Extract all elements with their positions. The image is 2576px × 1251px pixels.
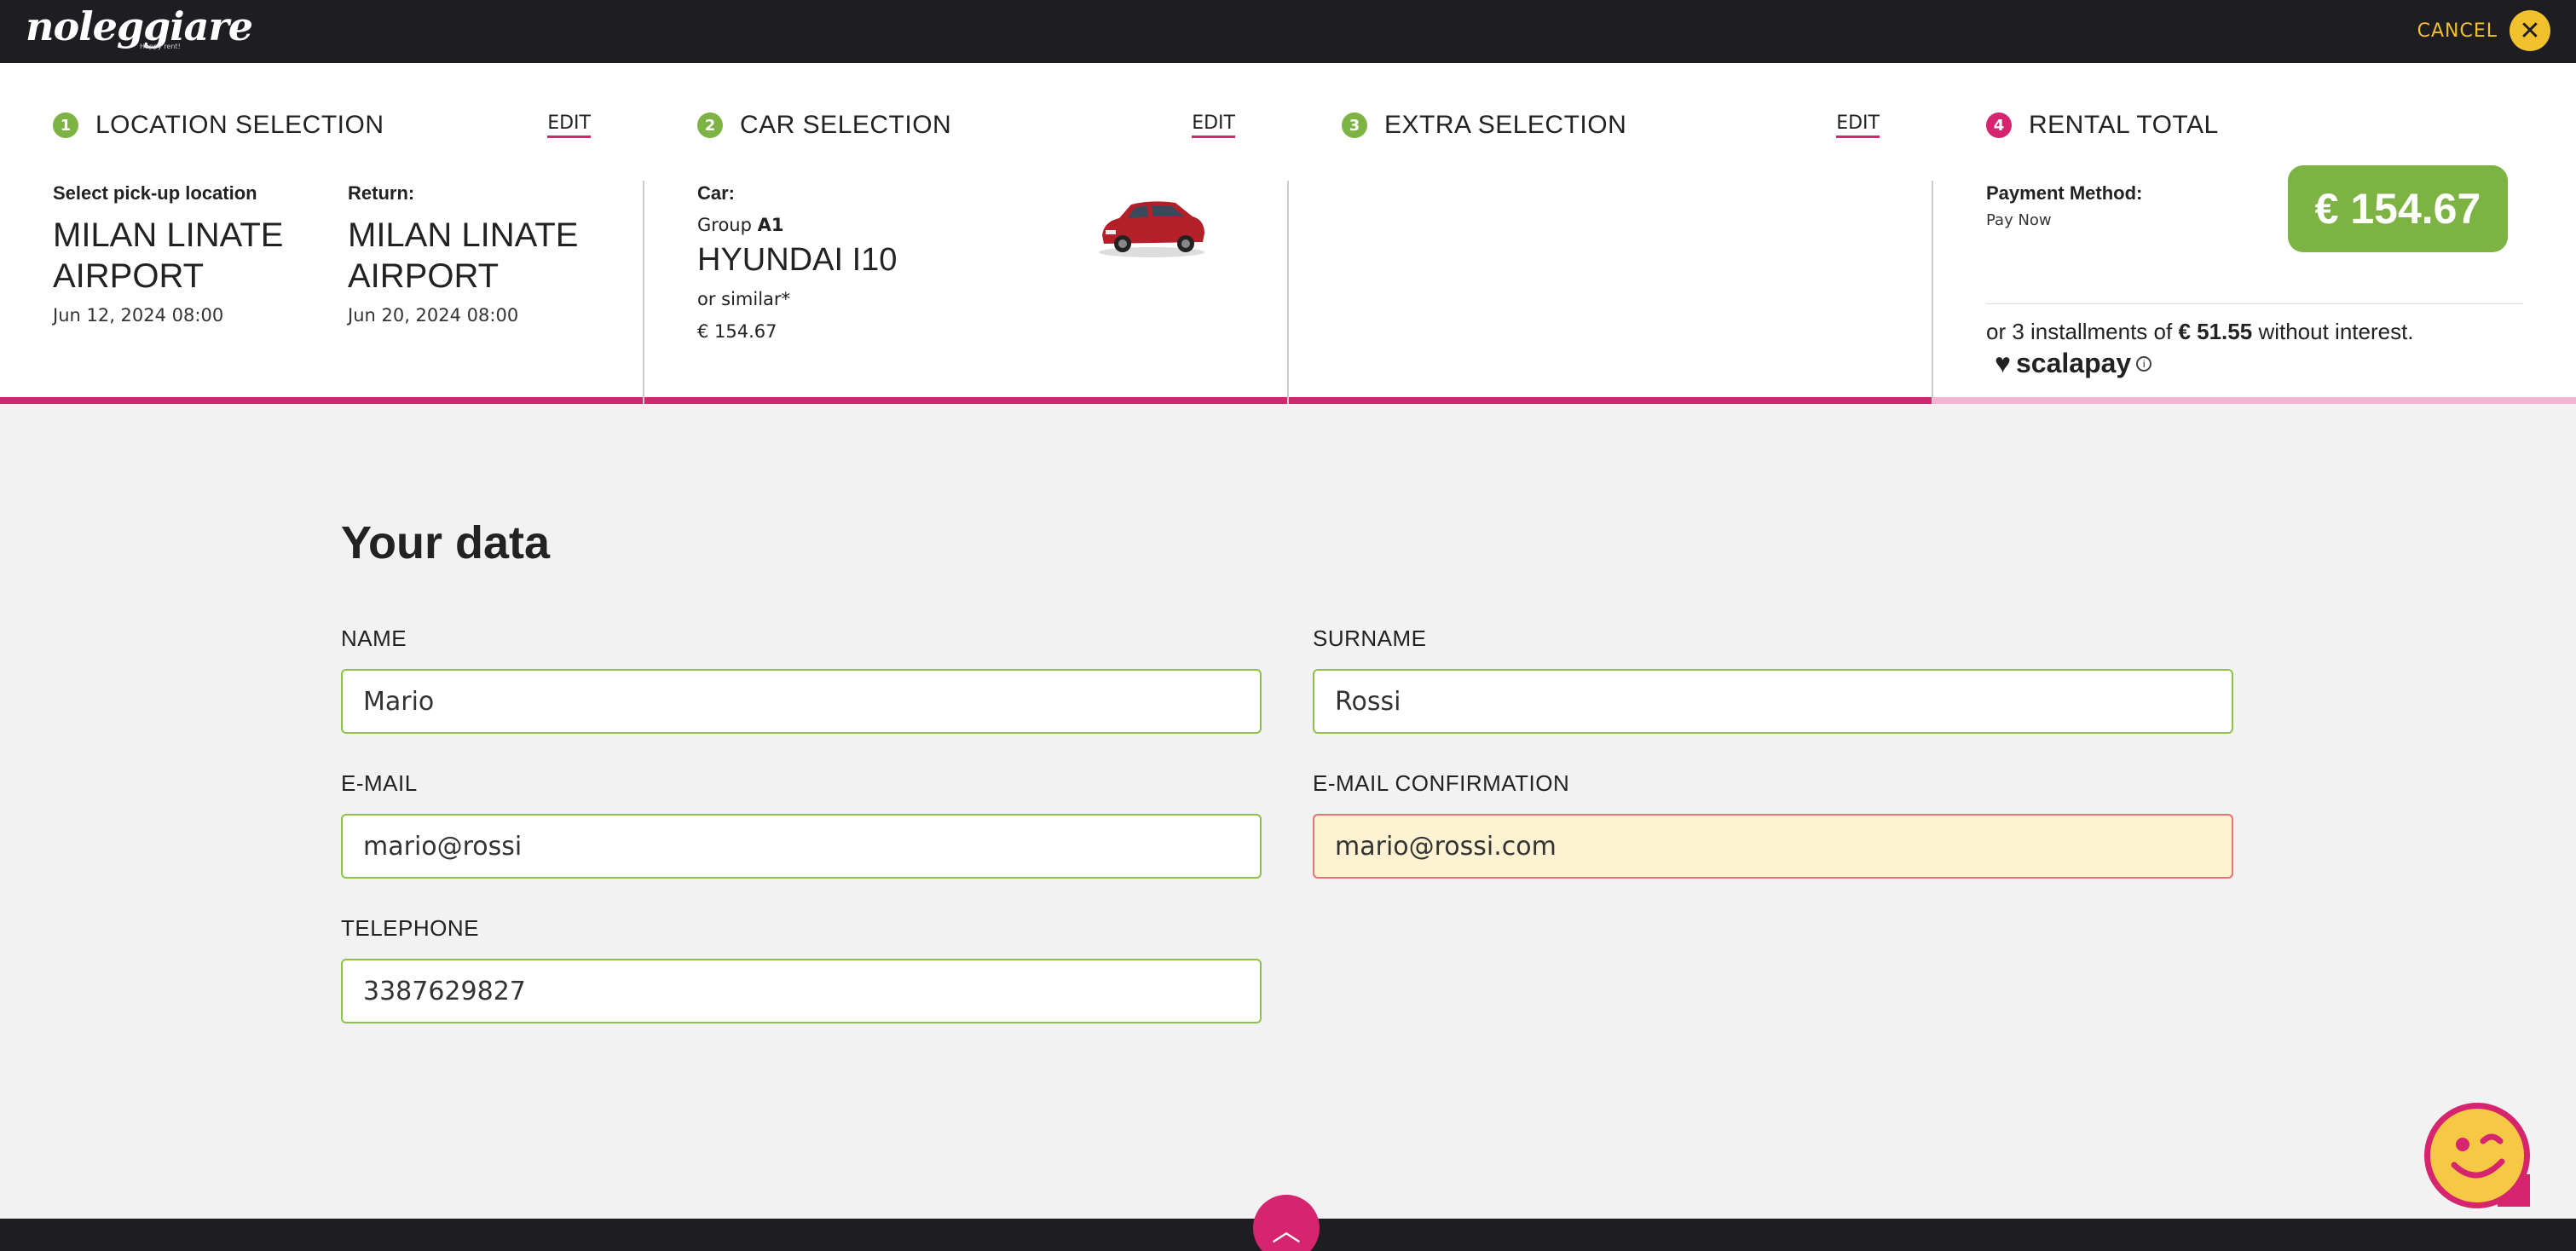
step-number-badge: 4 [1986, 112, 2012, 138]
chevron-up-icon: ︿ [1272, 1214, 1301, 1248]
heart-icon: ♥ [1995, 348, 2011, 378]
edit-location-link[interactable]: EDIT [547, 112, 591, 138]
info-icon[interactable]: i [2136, 355, 2152, 372]
scalapay-logo: ♥ scalapay i [1995, 348, 2152, 379]
telephone-label: TELEPHONE [341, 915, 479, 941]
step-header: 1 LOCATION SELECTION EDIT [53, 106, 591, 145]
name-field[interactable] [341, 669, 1262, 734]
surname-field[interactable] [1313, 669, 2233, 734]
return-label: Return: [348, 182, 415, 204]
divider [1986, 303, 2523, 304]
installments-text: or 3 installments of € 51.55 without int… [1986, 319, 2414, 345]
return-block: Return: MILAN LINATE AIRPORT Jun 20, 202… [348, 182, 604, 326]
step-progress-bar [0, 397, 644, 404]
scalapay-wordmark: scalapay [2016, 348, 2132, 378]
email-label: E-MAIL [341, 770, 418, 796]
step-extra: 3 EXTRA SELECTION EDIT [1289, 63, 1932, 404]
step-car: 2 CAR SELECTION EDIT Car: Group A1 HYUND… [644, 63, 1288, 404]
pickup-label: Select pick-up location [53, 182, 257, 204]
installments-prefix: or 3 installments of [1986, 319, 2173, 344]
surname-label: SURNAME [1313, 626, 1427, 651]
chat-widget-button[interactable] [2424, 1103, 2530, 1208]
wink-face-icon [2451, 1133, 2505, 1179]
top-bar: noleggiare Happy rent! CANCEL ✕ [0, 0, 2576, 63]
cancel-button[interactable]: CANCEL ✕ [2417, 10, 2550, 51]
step-title: CAR SELECTION [740, 111, 952, 139]
pickup-block: Select pick-up location MILAN LINATE AIR… [53, 182, 309, 326]
pickup-date: Jun 12, 2024 08:00 [53, 305, 224, 326]
step-progress-bar [1289, 397, 1932, 404]
step-number-badge: 1 [53, 112, 78, 138]
return-place: MILAN LINATE AIRPORT [348, 216, 579, 295]
step-number-badge: 3 [1342, 112, 1367, 138]
edit-extra-link[interactable]: EDIT [1836, 112, 1880, 138]
car-group: Group A1 [697, 215, 897, 235]
installments-suffix: without interest. [2258, 319, 2414, 344]
form-title: Your data [341, 517, 551, 568]
step-header: 4 RENTAL TOTAL [1986, 106, 2523, 145]
step-location: 1 LOCATION SELECTION EDIT Select pick-up… [0, 63, 644, 404]
email-field[interactable] [341, 814, 1262, 879]
car-info: Car: Group A1 HYUNDAI I10 or similar* € … [697, 182, 897, 342]
scroll-to-top-button[interactable]: ︿ [1253, 1195, 1320, 1251]
car-similar-note: or similar* [697, 289, 791, 309]
step-progress-bar [644, 397, 1288, 404]
payment-method: Payment Method: Pay Now [1986, 182, 2142, 229]
step-progress-bar [1933, 397, 2576, 404]
step-title: EXTRA SELECTION [1384, 111, 1627, 139]
car-image [1099, 201, 1204, 257]
brand-tagline: Happy rent! [140, 43, 181, 50]
step-header: 3 EXTRA SELECTION EDIT [1342, 106, 1880, 145]
pickup-place: MILAN LINATE AIRPORT [53, 216, 284, 295]
car-label: Car: [697, 182, 736, 204]
name-label: NAME [341, 626, 407, 651]
return-date: Jun 20, 2024 08:00 [348, 305, 519, 326]
car-group-prefix: Group [697, 215, 752, 235]
step-header: 2 CAR SELECTION EDIT [697, 106, 1235, 145]
cancel-label: CANCEL [2417, 20, 2498, 42]
car-group-code: A1 [757, 215, 784, 235]
email-confirmation-field[interactable] [1313, 814, 2233, 879]
payment-method-value: Pay Now [1986, 211, 2052, 229]
step-title: RENTAL TOTAL [2029, 111, 2219, 139]
brand-logo[interactable]: noleggiare [26, 3, 253, 49]
booking-steps-summary: 1 LOCATION SELECTION EDIT Select pick-up… [0, 63, 2576, 404]
step-title: LOCATION SELECTION [95, 111, 384, 139]
email-confirmation-label: E-MAIL CONFIRMATION [1313, 770, 1570, 796]
close-icon[interactable]: ✕ [2510, 10, 2550, 51]
payment-method-label: Payment Method: [1986, 182, 2143, 204]
step-total: 4 RENTAL TOTAL Payment Method: Pay Now €… [1933, 63, 2576, 404]
telephone-field[interactable] [341, 959, 1262, 1023]
total-price-badge: € 154.67 [2288, 165, 2508, 252]
edit-car-link[interactable]: EDIT [1192, 112, 1235, 138]
car-name: HYUNDAI I10 [697, 242, 898, 278]
installments-amount: € 51.55 [2178, 319, 2253, 344]
step-number-badge: 2 [697, 112, 723, 138]
car-price: € 154.67 [697, 321, 777, 342]
